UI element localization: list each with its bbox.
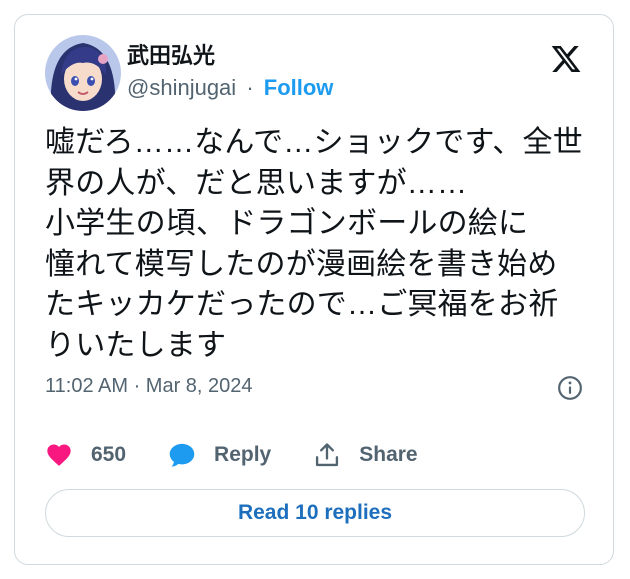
avatar-image bbox=[45, 35, 121, 111]
reply-button[interactable]: Reply bbox=[168, 441, 271, 469]
separator-dot: · bbox=[246, 75, 254, 100]
follow-button[interactable]: Follow bbox=[264, 75, 334, 100]
like-button[interactable]: 650 bbox=[45, 441, 126, 469]
tweet-text-line: 憧れて模写したのが漫画絵を書き始め bbox=[45, 247, 558, 281]
tweet-text: 嘘だろ……なんで…ショックです、全世 界の人が、だと思いますが…… 小学生の頃、… bbox=[45, 123, 590, 366]
share-upload-icon bbox=[313, 441, 341, 469]
like-count: 650 bbox=[91, 443, 127, 466]
x-logo-icon[interactable] bbox=[549, 43, 583, 75]
avatar[interactable] bbox=[45, 35, 121, 111]
tweet-timestamp[interactable]: 11:02 AM · Mar 8, 2024 bbox=[45, 375, 253, 398]
tweet-text-line: 界の人が、だと思いますが…… bbox=[45, 166, 468, 200]
heart-icon bbox=[45, 441, 73, 469]
author-handle[interactable]: @shinjugai bbox=[127, 75, 236, 100]
tweet-text-line: りいたします bbox=[45, 328, 227, 362]
tweet-text-line: 小学生の頃、ドラゴンボールの絵に bbox=[45, 207, 529, 240]
action-bar: 650 Reply Share bbox=[45, 439, 460, 471]
tweet-text-line: たキッカケだったので…ご冥福をお祈 bbox=[45, 288, 559, 321]
share-button[interactable]: Share bbox=[313, 441, 418, 469]
author-name[interactable]: 武田弘光 bbox=[127, 43, 215, 69]
share-label: Share bbox=[359, 443, 418, 466]
info-icon[interactable] bbox=[557, 375, 583, 401]
tweet-card: 武田弘光 @shinjugai · Follow 嘘だろ……なんで…ショックです… bbox=[14, 14, 614, 565]
reply-label: Reply bbox=[214, 443, 272, 466]
speech-bubble-icon bbox=[168, 441, 196, 469]
tweet-text-line: 嘘だろ……なんで…ショックです、全世 bbox=[45, 126, 583, 159]
read-replies-button[interactable]: Read 10 replies bbox=[45, 489, 585, 537]
handle-row: @shinjugai · Follow bbox=[127, 75, 333, 101]
